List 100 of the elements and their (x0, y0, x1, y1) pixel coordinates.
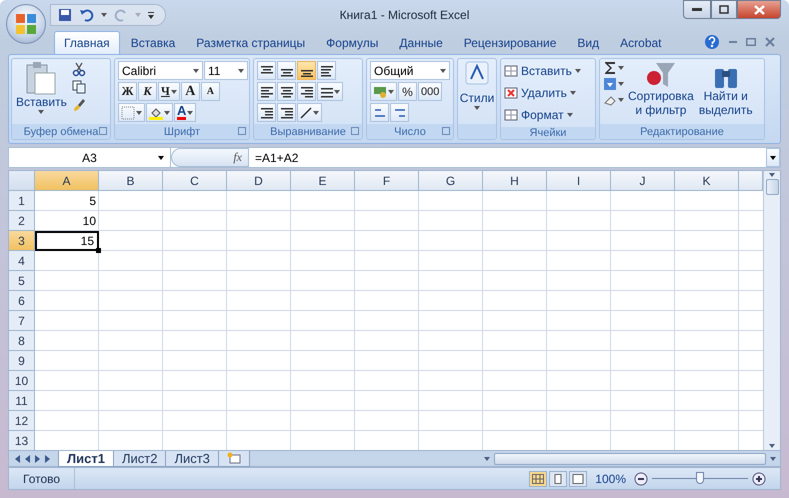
ribbon-tab[interactable]: Главная (54, 31, 120, 54)
sort-filter-button[interactable]: Сортировка и фильтр (627, 61, 695, 122)
find-select-button[interactable]: Найти и выделить (698, 61, 754, 122)
percent-button[interactable]: % (398, 82, 417, 101)
page-layout-button[interactable] (549, 470, 568, 486)
align-right-button[interactable] (297, 82, 316, 101)
column-header[interactable]: K (675, 171, 739, 191)
shrink-font-button[interactable]: A (200, 82, 220, 101)
next-sheet-icon[interactable] (35, 454, 40, 462)
menu-button[interactable]: Формат (504, 105, 573, 125)
borders-button[interactable] (118, 103, 145, 122)
underline-button[interactable]: Ч (158, 82, 180, 101)
sheet-tab[interactable]: Лист3 (165, 450, 219, 466)
first-sheet-icon[interactable] (15, 454, 20, 462)
last-sheet-icon[interactable] (45, 454, 50, 462)
ribbon-tab[interactable]: Разметка страницы (186, 31, 316, 54)
row-header[interactable]: 10 (9, 371, 35, 391)
column-header[interactable]: B (99, 171, 163, 191)
minimize-button[interactable] (683, 0, 711, 19)
align-center-button[interactable] (277, 82, 296, 101)
group-label: Ячейки (530, 127, 566, 139)
table-cell[interactable]: 10 (35, 211, 99, 231)
align-middle-button[interactable] (277, 61, 296, 80)
caret-icon (135, 13, 141, 17)
scroll-thumb[interactable] (494, 452, 766, 464)
sigma-icon (603, 61, 617, 75)
column-header[interactable]: I (547, 171, 611, 191)
decrease-indent-button[interactable] (257, 103, 276, 122)
column-header[interactable]: J (611, 171, 675, 191)
launcher-icon[interactable] (351, 127, 359, 135)
row-header[interactable]: 7 (9, 311, 35, 331)
increase-indent-button[interactable] (277, 103, 296, 122)
align-bottom-button[interactable] (297, 61, 316, 80)
number-format-field[interactable]: Общий (370, 61, 450, 80)
column-header[interactable]: E (291, 171, 355, 191)
launcher-icon[interactable] (442, 127, 450, 135)
fill-handle[interactable] (96, 248, 101, 253)
row-header[interactable]: 1 (9, 191, 35, 211)
scroll-thumb[interactable] (766, 179, 778, 195)
fill-color-button[interactable] (146, 103, 173, 122)
ribbon-tab[interactable]: Формулы (316, 31, 388, 54)
orientation-button[interactable] (297, 103, 322, 122)
column-header[interactable]: F (355, 171, 419, 191)
merge-button[interactable] (317, 82, 343, 101)
zoom-slider[interactable] (696, 472, 704, 484)
slanted-line-icon (300, 106, 312, 118)
row-header[interactable]: 6 (9, 291, 35, 311)
thousands-button[interactable]: 000 (418, 82, 442, 101)
row-header[interactable]: 12 (9, 411, 35, 431)
column-header[interactable]: C (163, 171, 227, 191)
caret-icon (238, 68, 244, 72)
page-break-button[interactable] (569, 470, 588, 486)
font-name-field[interactable]: Calibri (118, 61, 203, 80)
row-header[interactable]: 11 (9, 391, 35, 411)
bold-button[interactable]: Ж (118, 82, 137, 101)
sheet-tab[interactable]: Лист2 (112, 450, 166, 466)
paste-button[interactable]: Вставить (15, 61, 68, 122)
ribbon-tab[interactable]: Вид (567, 31, 610, 54)
table-cell[interactable]: 5 (35, 191, 99, 211)
paint-bucket-icon (149, 106, 163, 120)
previous-sheet-icon[interactable] (25, 454, 30, 462)
row-header[interactable]: 8 (9, 331, 35, 351)
office-button[interactable] (6, 4, 46, 44)
italic-button[interactable]: К (138, 82, 157, 101)
row-header[interactable]: 13 (9, 431, 35, 450)
ribbon-tab[interactable]: Acrobat (610, 31, 672, 54)
row-header[interactable]: 4 (9, 251, 35, 271)
column-header[interactable]: G (419, 171, 483, 191)
row-header[interactable]: 5 (9, 271, 35, 291)
row-header[interactable]: 9 (9, 351, 35, 371)
menu-button[interactable]: Вставить (504, 61, 581, 81)
ribbon-tab[interactable]: Вставка (120, 31, 186, 54)
row-header[interactable]: 2 (9, 211, 35, 231)
menu-button[interactable]: Удалить (504, 83, 576, 103)
new-sheet-tab[interactable] (218, 450, 250, 466)
table-cell[interactable]: 15 (35, 231, 99, 251)
ribbon-tab[interactable]: Рецензирование (454, 31, 566, 54)
launcher-icon[interactable] (238, 127, 246, 135)
caret-icon (187, 110, 194, 114)
decrease-decimal-button[interactable] (390, 103, 409, 122)
wrap-text-button[interactable] (317, 61, 336, 80)
row-header[interactable]: 3 (9, 231, 35, 251)
font-color-button[interactable]: A (174, 103, 196, 122)
maximize-button[interactable] (711, 0, 737, 19)
vertical-scrollbar[interactable] (763, 171, 780, 450)
align-left-button[interactable] (257, 82, 276, 101)
caret-icon (193, 68, 199, 72)
align-top-button[interactable] (257, 61, 276, 80)
ribbon-tab[interactable]: Данные (389, 31, 453, 54)
close-button[interactable] (737, 0, 781, 19)
currency-button[interactable] (370, 82, 397, 101)
font-size-field[interactable]: 11 (204, 61, 248, 80)
launcher-icon[interactable] (99, 127, 107, 135)
sheet-tab[interactable]: Лист1 (58, 450, 114, 466)
normal-view-button[interactable] (529, 470, 548, 486)
column-header[interactable]: A (35, 171, 99, 191)
grow-font-button[interactable]: A (180, 82, 200, 101)
increase-decimal-button[interactable] (370, 103, 389, 122)
column-header[interactable]: H (483, 171, 547, 191)
column-header[interactable]: D (227, 171, 291, 191)
